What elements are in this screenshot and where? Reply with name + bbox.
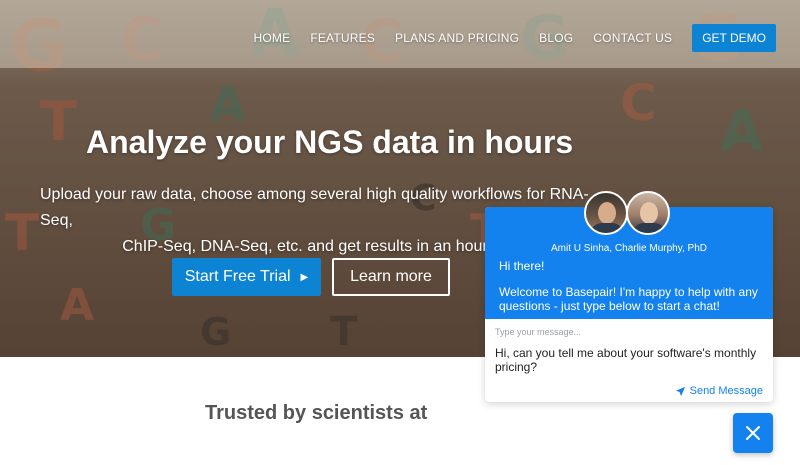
chat-widget: Amit U Sinha, Charlie Murphy, PhD Hi the… [485,191,773,402]
send-message-label: Send Message [689,385,763,397]
chat-greeting: Hi there! [499,259,545,273]
close-icon [746,426,760,440]
hero-title: Analyze your NGS data in hours [86,124,574,160]
caret-right-icon: ▶ [300,271,309,283]
nav-features[interactable]: FEATURES [310,31,375,45]
send-message-button[interactable]: Send Message [675,385,763,397]
avatar-face [598,202,616,224]
avatar-shirt [632,223,666,233]
chat-typed-message[interactable]: Hi, can you tell me about your software'… [495,346,765,374]
nav-plans-and-pricing[interactable]: PLANS AND PRICING [395,31,519,45]
chat-welcome-message: Welcome to Basepair! I'm happy to help w… [499,285,758,313]
nav-home[interactable]: HOME [254,31,291,45]
learn-more-button[interactable]: Learn more [332,258,450,296]
close-chat-button[interactable] [733,413,773,453]
trusted-by-heading: Trusted by scientists at [205,402,428,424]
chat-header: Amit U Sinha, Charlie Murphy, PhD Hi the… [485,191,773,319]
start-free-trial-button[interactable]: Start Free Trial ▶ [172,258,321,296]
nav-contact-us[interactable]: CONTACT US [593,31,672,45]
paper-plane-icon [675,386,685,396]
learn-more-label: Learn more [350,268,432,285]
top-navigation: HOME FEATURES PLANS AND PRICING BLOG CON… [234,24,776,52]
chat-agent-names: Amit U Sinha, Charlie Murphy, PhD [551,243,707,254]
avatar-shirt [590,223,624,233]
agent-avatar-2 [626,191,670,235]
nav-blog[interactable]: BLOG [539,31,573,45]
avatar-face [640,202,658,224]
chat-input-placeholder: Type your message... [495,327,582,337]
chat-message-input[interactable]: Type your message... Hi, can you tell me… [485,319,773,402]
start-free-trial-label: Start Free Trial [184,268,291,285]
get-demo-button[interactable]: GET DEMO [692,24,776,52]
agent-avatar-1 [584,191,628,235]
